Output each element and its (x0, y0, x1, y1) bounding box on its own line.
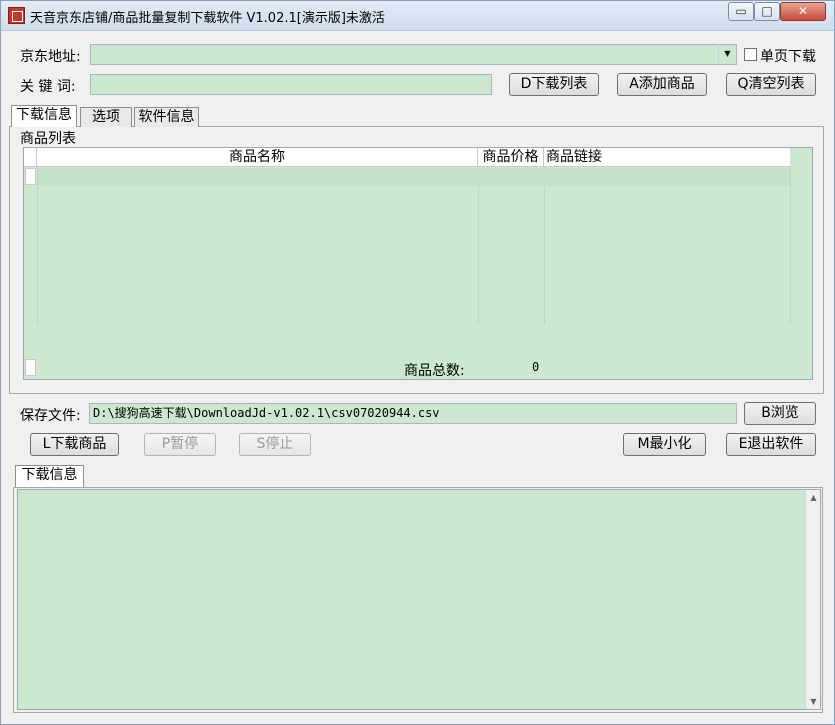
keyword-input[interactable] (90, 74, 492, 95)
single-page-label: 单页下载 (760, 49, 816, 65)
address-combobox[interactable] (90, 44, 737, 65)
exit-app-button[interactable]: E退出软件 (726, 433, 816, 456)
browse-button[interactable]: B浏览 (744, 402, 816, 425)
product-list-grid[interactable]: 商品名称 商品价格 商品链接 商品总数: 0 (23, 147, 813, 380)
product-total-label: 商品总数: (404, 363, 465, 379)
tab-download-info[interactable]: 下载信息 (11, 105, 77, 127)
app-logo-icon (8, 7, 25, 24)
scroll-down-icon[interactable]: ▼ (806, 697, 821, 706)
grid-divider (790, 167, 791, 324)
product-list-label: 商品列表 (20, 131, 76, 147)
clear-list-button[interactable]: Q清空列表 (726, 73, 816, 96)
log-scrollbar[interactable]: ▲ ▼ (805, 490, 820, 709)
log-textarea[interactable]: ▲ ▼ (17, 489, 821, 710)
row-indicator (25, 168, 36, 185)
tab-log[interactable]: 下载信息 (15, 465, 84, 487)
product-total-value: 0 (532, 360, 540, 374)
grid-header: 商品名称 商品价格 商品链接 (24, 148, 790, 167)
chevron-down-icon[interactable]: ▼ (718, 44, 736, 64)
download-list-button[interactable]: D下载列表 (509, 73, 599, 96)
scroll-up-icon[interactable]: ▲ (806, 493, 821, 502)
single-page-checkbox[interactable] (744, 48, 757, 61)
title-bar: 天音京东店铺/商品批量复制下载软件 V1.02.1[演示版]未激活 ▭ □ ✕ (1, 1, 834, 31)
grid-divider (544, 167, 545, 324)
table-row[interactable] (38, 168, 790, 186)
app-window: 天音京东店铺/商品批量复制下载软件 V1.02.1[演示版]未激活 ▭ □ ✕ … (0, 0, 835, 725)
save-file-label: 保存文件: (20, 408, 81, 424)
grid-divider (37, 167, 38, 324)
download-products-button[interactable]: L下载商品 (30, 433, 119, 456)
column-product-link[interactable]: 商品链接 (544, 148, 790, 167)
minimize-window-button[interactable]: ▭ (728, 2, 754, 21)
tab-software-info[interactable]: 软件信息 (134, 107, 199, 127)
footer-row-indicator (25, 359, 36, 376)
pause-button[interactable]: P暂停 (144, 433, 216, 456)
column-product-name[interactable]: 商品名称 (37, 148, 478, 167)
grid-divider (478, 167, 479, 324)
window-title: 天音京东店铺/商品批量复制下载软件 V1.02.1[演示版]未激活 (30, 11, 385, 26)
address-label: 京东地址: (20, 49, 81, 65)
stop-button[interactable]: S停止 (239, 433, 311, 456)
column-product-price[interactable]: 商品价格 (478, 148, 544, 167)
add-product-button[interactable]: A添加商品 (617, 73, 707, 96)
maximize-window-button[interactable]: □ (754, 2, 780, 21)
tab-options[interactable]: 选项 (80, 107, 132, 127)
keyword-label: 关 键 词: (20, 79, 76, 95)
grid-corner (24, 148, 37, 167)
close-window-button[interactable]: ✕ (780, 2, 826, 21)
minimize-app-button[interactable]: M最小化 (623, 433, 706, 456)
save-file-input[interactable]: D:\搜狗高速下载\DownloadJd-v1.02.1\csv07020944… (89, 403, 737, 424)
